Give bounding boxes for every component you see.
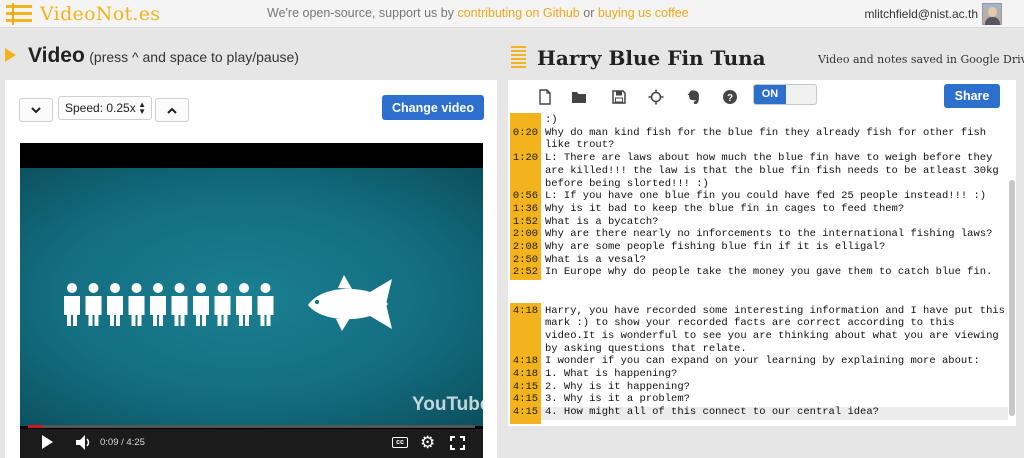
- note-text[interactable]: Why are there nearly no inforcements to …: [545, 228, 1007, 241]
- note-timestamp[interactable]: 0:56: [510, 190, 541, 203]
- note-timestamp[interactable]: 2:50: [510, 254, 541, 267]
- video-time: 0:09 / 4:25: [100, 437, 145, 448]
- note-text[interactable]: :): [545, 114, 1007, 127]
- document-title[interactable]: Harry Blue Fin Tuna: [537, 46, 766, 70]
- note-text[interactable]: 2. Why is it happening?: [545, 381, 1007, 394]
- person-figure: [150, 283, 166, 326]
- player-controls: 0:09 / 4:25 cc ⚙: [20, 429, 483, 458]
- note-timestamp[interactable]: 1:20: [510, 152, 541, 165]
- note-text[interactable]: 1. What is happening?: [545, 368, 1007, 381]
- auto-sync-toggle[interactable]: ON: [753, 84, 817, 105]
- person-figure: [214, 283, 231, 326]
- note-timestamp[interactable]: 4:15: [510, 393, 541, 406]
- video-progress-bar[interactable]: [28, 425, 475, 428]
- logo-text: VideoNot.es: [40, 3, 161, 25]
- sync-target-icon[interactable]: [648, 89, 664, 105]
- evernote-icon[interactable]: [686, 89, 702, 105]
- gear-icon[interactable]: ⚙: [420, 433, 435, 452]
- play-icon[interactable]: [42, 435, 53, 449]
- person-figure: [85, 283, 102, 326]
- speed-down-button[interactable]: [19, 98, 53, 122]
- note-text[interactable]: Why is it bad to keep the blue fin in ca…: [545, 203, 1007, 216]
- note-text[interactable]: Why are some people fishing blue fin if …: [545, 241, 1007, 254]
- select-arrows-icon: ▲ ▼: [138, 100, 146, 116]
- notes-scrollbar[interactable]: [1009, 180, 1015, 416]
- note-text[interactable]: 4. How might all of this connect to our …: [545, 406, 1007, 419]
- captions-icon[interactable]: cc: [392, 437, 408, 448]
- note-timestamp[interactable]: 4:15: [510, 381, 541, 394]
- people-row: [64, 283, 274, 326]
- note-text[interactable]: L: There are laws about how much the blu…: [545, 152, 1007, 190]
- github-link[interactable]: contributing on Github: [457, 6, 579, 20]
- svg-text:YouTube: YouTube: [412, 394, 483, 415]
- share-button[interactable]: Share: [944, 84, 1000, 108]
- note-text[interactable]: In Europe why do people take the money y…: [545, 266, 1007, 279]
- note-timestamp[interactable]: 4:18: [510, 355, 541, 368]
- note-timestamp[interactable]: 2:52: [510, 266, 541, 279]
- video-shortcut-hint: (press ^ and space to play/pause): [89, 49, 299, 65]
- speed-up-button[interactable]: [155, 98, 189, 122]
- speed-label: Speed: 0.25x: [65, 101, 136, 115]
- tuna-fish-image: [308, 275, 392, 331]
- new-file-icon[interactable]: [537, 89, 553, 105]
- note-timestamp[interactable]: 1:36: [510, 203, 541, 216]
- toggle-on-label: ON: [754, 85, 786, 104]
- note-timestamp[interactable]: 1:52: [510, 216, 541, 229]
- person-figure: [107, 283, 123, 326]
- app-logo[interactable]: VideoNot.es: [6, 3, 160, 25]
- save-icon[interactable]: [611, 89, 627, 105]
- note-text[interactable]: L: If you have one blue fin you could ha…: [545, 190, 1007, 203]
- person-figure: [257, 283, 274, 326]
- person-figure: [236, 283, 252, 326]
- fullscreen-icon[interactable]: [450, 436, 465, 450]
- save-status: Video and notes saved in Google Drive: [818, 53, 1024, 66]
- change-video-button[interactable]: Change video: [382, 95, 484, 120]
- chevron-up-icon: [167, 107, 177, 114]
- person-figure: [64, 283, 80, 326]
- note-text[interactable]: I wonder if you can expand on your learn…: [545, 355, 1007, 368]
- note-text[interactable]: 3. Why is it a problem?: [545, 393, 1007, 406]
- note-timestamp[interactable]: 4:18: [510, 305, 541, 318]
- note-text[interactable]: What is a vesal?: [545, 254, 1007, 267]
- youtube-watermark: YouTube: [412, 394, 483, 415]
- svg-text:?: ?: [727, 93, 733, 104]
- support-message: We're open-source, support us by contrib…: [267, 6, 689, 20]
- note-timestamp[interactable]: 4:18: [510, 368, 541, 381]
- coffee-link[interactable]: buying us coffee: [598, 6, 689, 20]
- user-email[interactable]: mlitchfield@nist.ac.th: [864, 7, 978, 21]
- notes-section-icon: [511, 46, 526, 68]
- note-timestamp[interactable]: 2:08: [510, 241, 541, 254]
- note-text[interactable]: Why do man kind fish for the blue fin th…: [545, 127, 1007, 152]
- video-title: Video: [28, 44, 85, 67]
- help-icon[interactable]: ?: [722, 89, 738, 105]
- note-timestamp[interactable]: 2:00: [510, 228, 541, 241]
- avatar[interactable]: [982, 3, 1002, 25]
- notes-editor[interactable]: :) 0:20 Why do man kind fish for the blue …: [510, 113, 1008, 424]
- note-timestamp[interactable]: 0:20: [510, 127, 541, 140]
- open-folder-icon[interactable]: [571, 89, 587, 105]
- video-progress-fill: [28, 425, 44, 428]
- volume-icon[interactable]: [75, 434, 91, 451]
- person-figure: [128, 283, 145, 326]
- note-text[interactable]: What is a bycatch?: [545, 216, 1007, 229]
- person-figure: [193, 283, 209, 326]
- note-timestamp[interactable]: 4:15: [510, 406, 541, 419]
- top-bar: VideoNot.es We're open-source, support u…: [0, 0, 1024, 28]
- video-section-icon: [5, 48, 16, 62]
- speed-select[interactable]: Speed: 0.25x ▲ ▼: [58, 96, 152, 120]
- video-frame-image[interactable]: YouTube: [20, 168, 483, 426]
- chevron-down-icon: [31, 106, 41, 113]
- note-text[interactable]: Harry, you have recorded some interestin…: [545, 305, 1007, 356]
- person-figure: [171, 283, 188, 326]
- notebook-logo-icon: [6, 3, 32, 25]
- video-heading: Video (press ^ and space to play/pause): [28, 44, 299, 68]
